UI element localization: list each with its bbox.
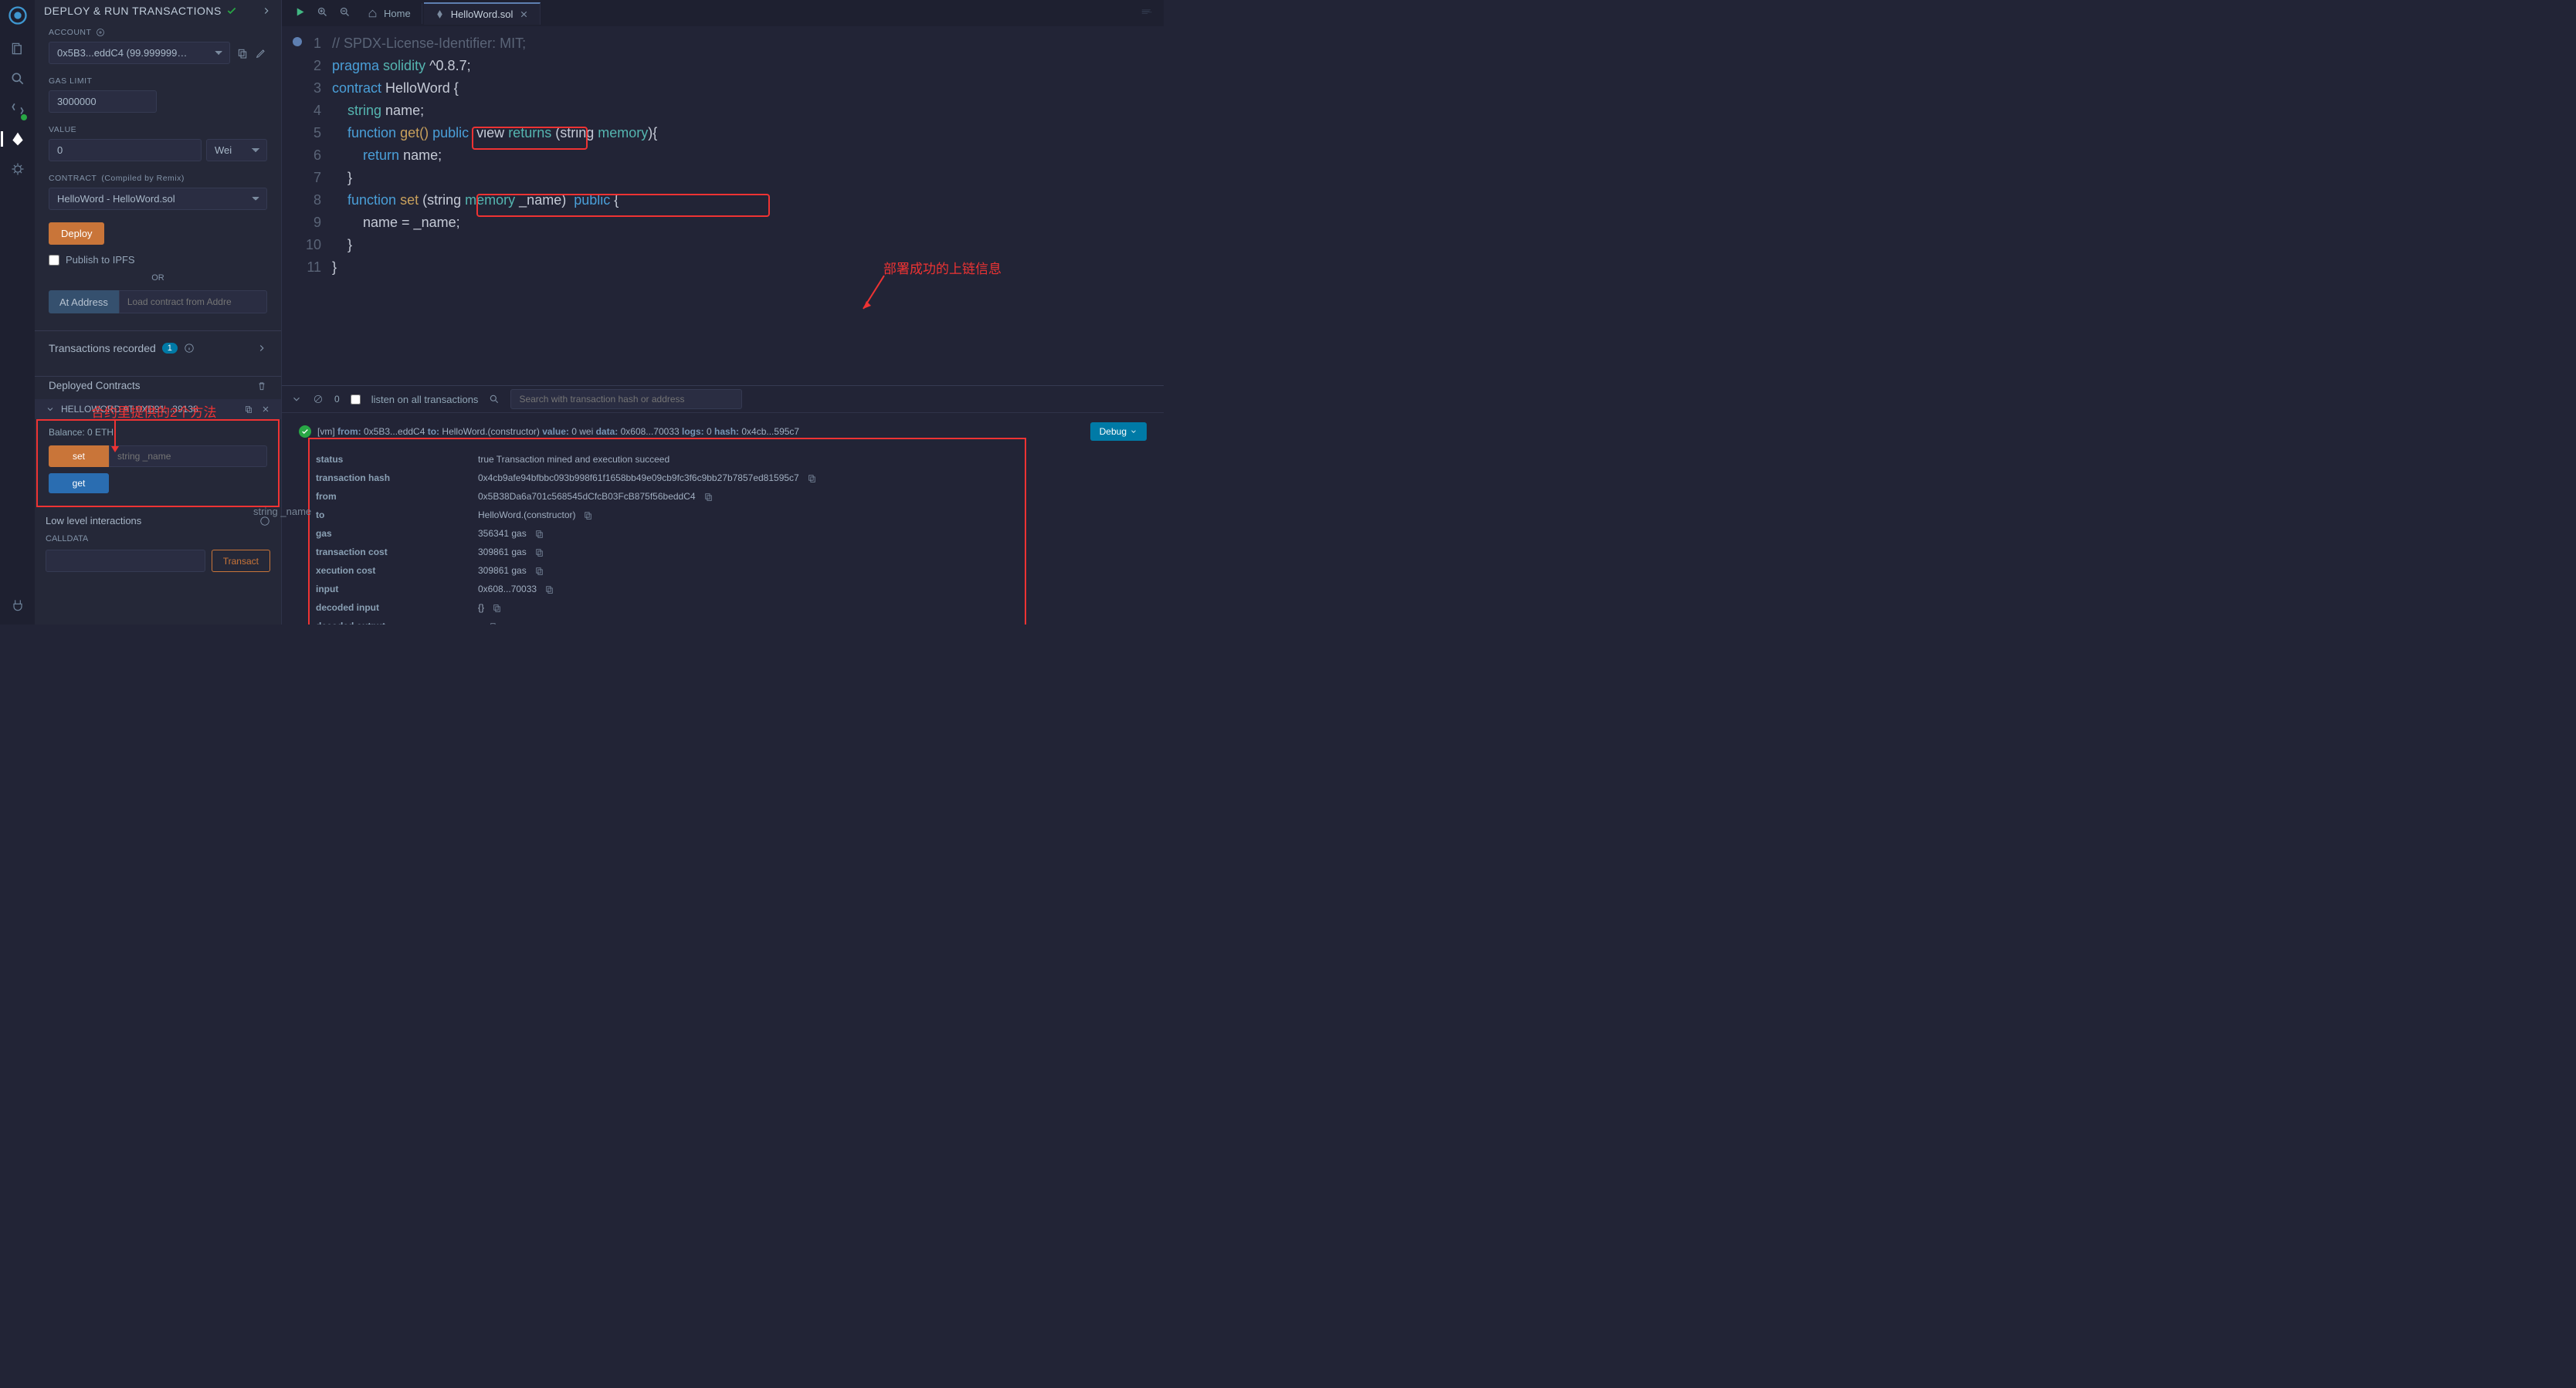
- zoom-out-icon[interactable]: [334, 3, 355, 23]
- close-icon[interactable]: [261, 405, 270, 414]
- plugin-icon[interactable]: [10, 598, 25, 615]
- fn-set-input[interactable]: [109, 445, 267, 467]
- tx-row-decoded-input: decoded input{}: [316, 598, 1130, 617]
- debug-icon[interactable]: [10, 161, 25, 179]
- listen-check[interactable]: [351, 394, 361, 405]
- tx-row-input: input0x608...70033: [316, 580, 1130, 598]
- search-icon[interactable]: [489, 394, 500, 405]
- deploy-panel: DEPLOY & RUN TRANSACTIONS ACCOUNT 0x5B3.…: [35, 0, 282, 625]
- calldata-label: CALLDATA: [35, 534, 281, 550]
- gas-label: GAS LIMIT: [49, 76, 267, 86]
- scroll-map-icon: [1141, 6, 1153, 20]
- chevron-down-icon[interactable]: [291, 394, 302, 405]
- contract-instance-header[interactable]: HELLOWORD AT 0XD91...39138: [35, 399, 281, 419]
- run-icon[interactable]: [290, 3, 310, 23]
- success-icon: [299, 425, 311, 438]
- edit-icon[interactable]: [255, 47, 267, 59]
- code-editor[interactable]: 1234567891011 // SPDX-License-Identifier…: [282, 26, 1164, 385]
- transact-button[interactable]: Transact: [212, 550, 270, 572]
- tx-row-transaction-cost: transaction cost309861 gas: [316, 543, 1130, 561]
- tx-summary-row[interactable]: [vm] from: 0x5B3...eddC4 to: HelloWord.(…: [285, 418, 1161, 445]
- panel-title: DEPLOY & RUN TRANSACTIONS: [35, 0, 281, 22]
- search-icon[interactable]: [10, 71, 25, 89]
- copy-icon[interactable]: [244, 405, 253, 414]
- zoom-in-icon[interactable]: [312, 3, 333, 23]
- ban-icon[interactable]: [313, 394, 324, 405]
- terminal-search-input[interactable]: [510, 389, 742, 409]
- or-divider: OR: [49, 273, 267, 283]
- listen-label: listen on all transactions: [371, 394, 479, 405]
- tab-file[interactable]: HelloWord.sol: [424, 2, 541, 25]
- tx-count-badge: 1: [162, 343, 178, 354]
- tx-row-gas: gas356341 gas: [316, 524, 1130, 543]
- gas-input[interactable]: [49, 90, 157, 113]
- tx-row-to: toHelloWord.(constructor): [316, 506, 1130, 524]
- solidity-icon: [435, 9, 445, 19]
- tx-row-xecution-cost: xecution cost309861 gas: [316, 561, 1130, 580]
- compile-icon[interactable]: [10, 101, 25, 119]
- modified-dot-icon: [293, 37, 302, 46]
- ghost-hint: string _name: [253, 506, 311, 517]
- value-label: VALUE: [49, 125, 267, 134]
- debug-button[interactable]: Debug: [1090, 422, 1147, 441]
- info-icon[interactable]: [184, 343, 195, 354]
- tx-row-from: from0x5B38Da6a701c568545dCfcB03FcB875f56…: [316, 487, 1130, 506]
- contract-instance-body: Balance: 0 ETH set get: [36, 419, 280, 507]
- check-icon: [226, 5, 237, 16]
- home-icon: [368, 8, 378, 19]
- trash-icon[interactable]: [256, 381, 267, 391]
- chevron-right-icon[interactable]: [256, 343, 267, 354]
- balance-label: Balance: 0 ETH: [49, 427, 267, 438]
- deploy-icon[interactable]: [10, 131, 25, 149]
- chevron-down-icon: [46, 405, 55, 414]
- terminal-body[interactable]: [vm] from: 0x5B3...eddC4 to: HelloWord.(…: [282, 413, 1164, 625]
- publish-ipfs-check[interactable]: Publish to IPFS: [49, 254, 267, 266]
- tx-recorded-row[interactable]: Transactions recorded 1: [35, 331, 281, 365]
- files-icon[interactable]: [10, 41, 25, 59]
- plus-circle-icon[interactable]: [96, 28, 105, 37]
- contract-label: CONTRACT (Compiled by Remix): [49, 174, 267, 183]
- low-level-row[interactable]: Low level interactions: [35, 507, 281, 534]
- tx-row-transaction-hash: transaction hash0x4cb9afe94bfbbc093b998f…: [316, 469, 1130, 487]
- at-address-button[interactable]: At Address: [49, 290, 119, 313]
- icon-rail: [0, 0, 35, 625]
- terminal-panel: 0 listen on all transactions [vm] from: …: [282, 385, 1164, 625]
- main-area: Home HelloWord.sol 1234567891011 // SPDX…: [282, 0, 1164, 625]
- copy-icon[interactable]: [236, 47, 249, 59]
- deploy-button[interactable]: Deploy: [49, 222, 104, 245]
- account-label: ACCOUNT: [49, 28, 267, 37]
- close-icon[interactable]: [519, 9, 529, 19]
- tx-row-status: statustrue Transaction mined and executi…: [316, 450, 1130, 469]
- chevron-right-icon[interactable]: [261, 5, 272, 16]
- tab-home[interactable]: Home: [357, 3, 422, 24]
- terminal-toolbar: 0 listen on all transactions: [282, 386, 1164, 413]
- remix-logo-icon[interactable]: [7, 5, 29, 29]
- fn-get-button[interactable]: get: [49, 473, 109, 493]
- tab-bar: Home HelloWord.sol: [282, 0, 1164, 26]
- account-select[interactable]: 0x5B3...eddC4 (99.999999…: [49, 42, 230, 64]
- contract-select[interactable]: HelloWord - HelloWord.sol: [49, 188, 267, 210]
- at-address-input[interactable]: [119, 290, 267, 313]
- fn-set-button[interactable]: set: [49, 445, 109, 467]
- value-unit-select[interactable]: Wei: [206, 139, 267, 161]
- pending-count: 0: [334, 394, 340, 405]
- deployed-contracts-header: Deployed Contracts: [35, 377, 281, 399]
- calldata-input[interactable]: [46, 550, 205, 572]
- tx-detail-table: statustrue Transaction mined and executi…: [285, 445, 1161, 625]
- tx-row-decoded-output: decoded output-: [316, 617, 1130, 625]
- code-content[interactable]: // SPDX-License-Identifier: MIT; pragma …: [332, 26, 657, 385]
- line-gutter: 1234567891011: [282, 26, 332, 385]
- value-input[interactable]: [49, 139, 202, 161]
